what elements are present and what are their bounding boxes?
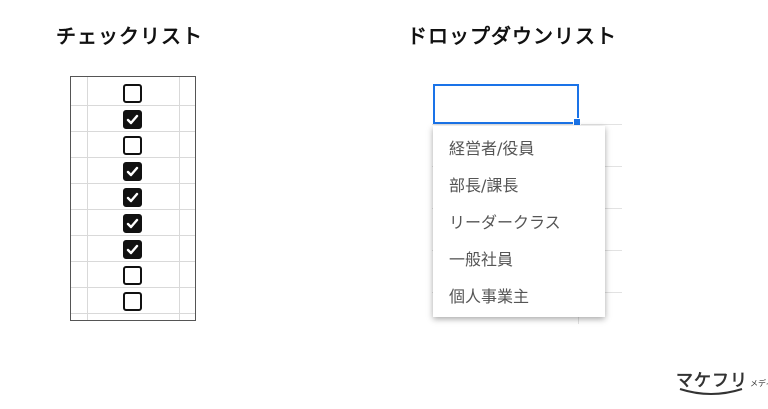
checklist-row [71,184,195,210]
dropdown-option[interactable]: 一般社員 [433,241,605,278]
checklist-row [71,132,195,158]
dropdown-option[interactable]: 経営者/役員 [433,130,605,167]
check-icon [126,166,139,177]
check-icon [126,244,139,255]
checkbox-unchecked[interactable] [123,84,142,103]
checklist-row [71,80,195,106]
fill-handle[interactable] [573,118,581,126]
dropdown-option[interactable]: 部長/課長 [433,167,605,204]
checkbox-checked[interactable] [123,214,142,233]
checklist-row [71,106,195,132]
checkbox-unchecked[interactable] [123,292,142,311]
checklist-row [71,158,195,184]
dropdown-heading: ドロップダウンリスト [407,24,617,48]
logo-subtext: メディア [750,379,768,388]
grid-line [432,124,622,125]
checkbox-unchecked[interactable] [123,266,142,285]
checklist-panel [70,76,196,321]
checkbox-checked[interactable] [123,162,142,181]
checkbox-unchecked[interactable] [123,136,142,155]
check-icon [126,192,139,203]
dropdown-menu: 経営者/役員 部長/課長 リーダークラス 一般社員 個人事業主 [433,126,605,317]
checkbox-checked[interactable] [123,240,142,259]
smile-icon [679,388,743,395]
checklist-row [71,236,195,262]
checklist-row [71,288,195,314]
checklist-row [71,262,195,288]
dropdown-cell[interactable] [433,84,581,126]
check-icon [126,114,139,125]
checkbox-checked[interactable] [123,110,142,129]
checkbox-checked[interactable] [123,188,142,207]
dropdown-option[interactable]: リーダークラス [433,204,605,241]
logo: マケフリメディア [676,366,768,395]
checklist-row [71,210,195,236]
checklist-heading: チェックリスト [56,24,203,48]
dropdown-option[interactable]: 個人事業主 [433,278,605,315]
check-icon [126,218,139,229]
